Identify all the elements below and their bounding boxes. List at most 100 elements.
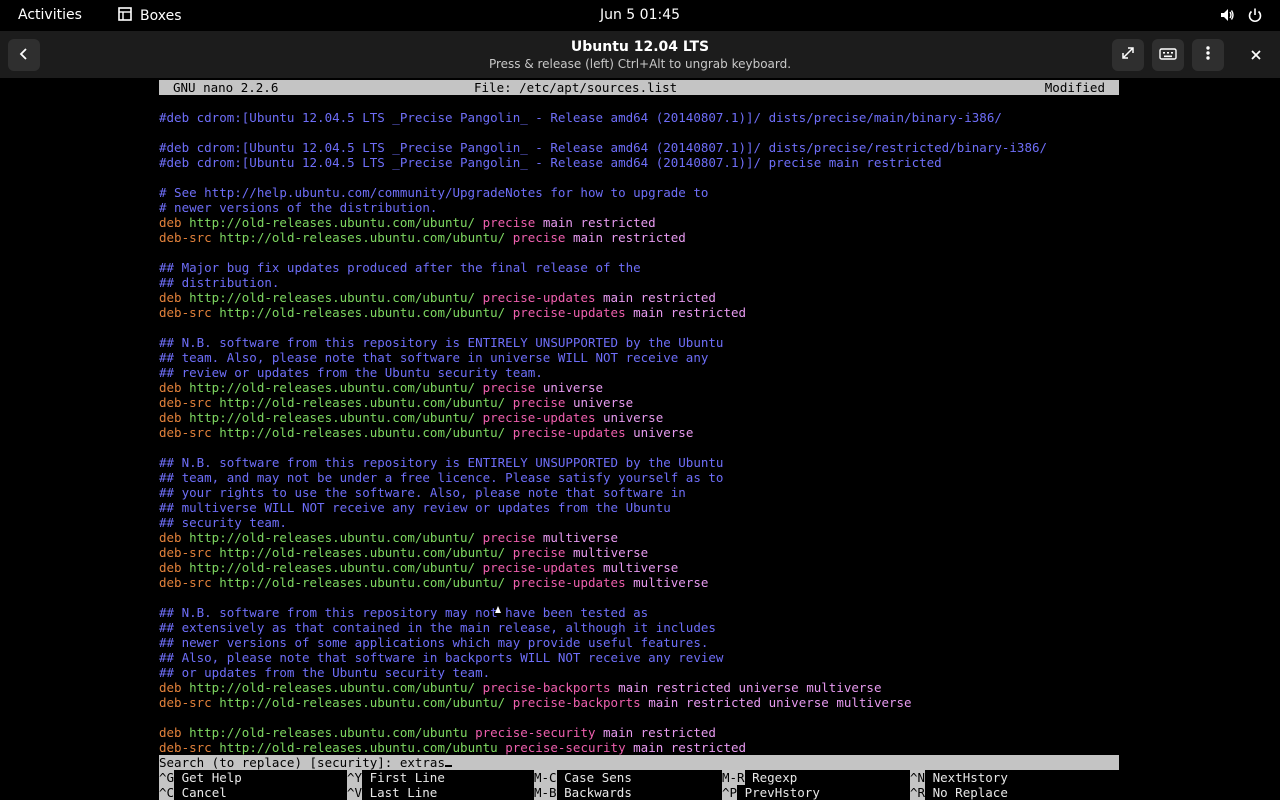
line-token-deb: deb [159, 215, 190, 230]
shortcut-no-replace[interactable]: ^R No Replace [910, 785, 1008, 800]
line-token-comp: universe [603, 410, 664, 425]
app-menu-button[interactable]: Boxes [118, 7, 182, 25]
editor-line[interactable]: deb http://old-releases.ubuntu.com/ubunt… [159, 290, 1119, 305]
editor-line[interactable]: ## N.B. software from this repository is… [159, 455, 1119, 470]
line-token-comment: # See http://help.ubuntu.com/community/U… [159, 185, 709, 200]
editor-line[interactable] [159, 320, 1119, 335]
fullscreen-button[interactable] [1112, 39, 1144, 71]
line-token-comp: main restricted universe multiverse [648, 695, 912, 710]
shortcut-regexp[interactable]: M-R Regexp [722, 770, 797, 785]
editor-line[interactable] [159, 710, 1119, 725]
editor-line[interactable]: ## Also, please note that software in ba… [159, 650, 1119, 665]
shortcut-next-history[interactable]: ^N NextHstory [910, 770, 1008, 785]
editor-line[interactable]: deb-src http://old-releases.ubuntu.com/u… [159, 575, 1119, 590]
editor-line[interactable]: deb http://old-releases.ubuntu.com/ubunt… [159, 560, 1119, 575]
editor-line[interactable]: ## N.B. software from this repository is… [159, 335, 1119, 350]
shortcut-prev-history[interactable]: ^P PrevHstory [722, 785, 820, 800]
editor-line[interactable]: deb-src http://old-releases.ubuntu.com/u… [159, 695, 1119, 710]
menu-button[interactable] [1192, 39, 1224, 71]
editor-line[interactable]: ## team, and may not be under a free lic… [159, 470, 1119, 485]
line-token-dist: precise-security [475, 725, 604, 740]
editor-line[interactable]: #deb cdrom:[Ubuntu 12.04.5 LTS _Precise … [159, 140, 1119, 155]
editor-line[interactable]: deb http://old-releases.ubuntu.com/ubunt… [159, 680, 1119, 695]
editor-line[interactable]: ## N.B. software from this repository ma… [159, 605, 1119, 620]
line-token-comment: ## distribution. [159, 275, 280, 290]
search-prompt-text: Search (to replace) [security]: extras [159, 755, 445, 770]
editor-line[interactable] [159, 440, 1119, 455]
nano-editor-buffer[interactable]: #deb cdrom:[Ubuntu 12.04.5 LTS _Precise … [159, 110, 1119, 755]
keyboard-button[interactable] [1152, 39, 1184, 71]
editor-line[interactable]: deb-src http://old-releases.ubuntu.com/u… [159, 395, 1119, 410]
nano-modified-status: Modified [1044, 80, 1105, 95]
line-token-url: http://old-releases.ubuntu.com/ubuntu/ [219, 305, 513, 320]
line-token-comp: main restricted universe multiverse [618, 680, 882, 695]
line-token-dist: precise [482, 215, 543, 230]
editor-line[interactable]: deb http://old-releases.ubuntu.com/ubunt… [159, 725, 1119, 740]
editor-line[interactable]: deb-src http://old-releases.ubuntu.com/u… [159, 740, 1119, 755]
editor-line[interactable]: # See http://help.ubuntu.com/community/U… [159, 185, 1119, 200]
editor-line[interactable]: ## distribution. [159, 275, 1119, 290]
shortcut-first-line[interactable]: ^Y First Line [347, 770, 445, 785]
power-icon [1246, 6, 1264, 24]
shortcut-get-help[interactable]: ^G Get Help [159, 770, 242, 785]
line-token-url: http://old-releases.ubuntu.com/ubuntu/ [219, 545, 513, 560]
line-token-deb: deb [159, 380, 190, 395]
boxes-header-bar: Ubuntu 12.04 LTS Press & release (left) … [0, 31, 1280, 78]
line-token-url: http://old-releases.ubuntu.com/ubuntu/ [189, 290, 483, 305]
line-token-comment: #deb cdrom:[Ubuntu 12.04.5 LTS _Precise … [159, 140, 1048, 155]
line-token-url: http://old-releases.ubuntu.com/ubuntu/ [189, 680, 483, 695]
editor-line[interactable]: deb-src http://old-releases.ubuntu.com/u… [159, 425, 1119, 440]
mouse-pointer-icon [495, 606, 501, 613]
line-token-url: http://old-releases.ubuntu.com/ubuntu [189, 725, 476, 740]
editor-line[interactable]: deb-src http://old-releases.ubuntu.com/u… [159, 305, 1119, 320]
line-token-dist: precise-updates [512, 425, 634, 440]
line-token-comp: main restricted [572, 230, 686, 245]
editor-line[interactable]: #deb cdrom:[Ubuntu 12.04.5 LTS _Precise … [159, 110, 1119, 125]
editor-line[interactable]: deb http://old-releases.ubuntu.com/ubunt… [159, 410, 1119, 425]
editor-line[interactable] [159, 170, 1119, 185]
line-token-deb: deb [159, 680, 190, 695]
shortcut-cancel[interactable]: ^C Cancel [159, 785, 227, 800]
line-token-url: http://old-releases.ubuntu.com/ubuntu/ [219, 575, 513, 590]
shortcut-last-line[interactable]: ^V Last Line [347, 785, 437, 800]
shortcut-case-sens[interactable]: M-C Case Sens [534, 770, 632, 785]
line-token-deb: deb [159, 530, 190, 545]
line-token-comp: universe [572, 395, 634, 410]
line-token-comment: ## team. Also, please note that software… [159, 350, 709, 365]
line-token-comment: ## N.B. software from this repository ma… [159, 605, 649, 620]
editor-line[interactable] [159, 245, 1119, 260]
shortcut-backwards[interactable]: M-B Backwards [534, 785, 632, 800]
gnome-top-bar: Activities Boxes Jun 5 01:45 [0, 0, 1280, 31]
vm-display[interactable]: GNU nano 2.2.6 File: /etc/apt/sources.li… [0, 78, 1280, 800]
back-button[interactable] [8, 39, 40, 71]
editor-line[interactable]: deb-src http://old-releases.ubuntu.com/u… [159, 230, 1119, 245]
editor-line[interactable]: ## security team. [159, 515, 1119, 530]
line-token-deb: deb-src [159, 545, 220, 560]
editor-line[interactable]: ## newer versions of some applications w… [159, 635, 1119, 650]
editor-line[interactable]: deb http://old-releases.ubuntu.com/ubunt… [159, 380, 1119, 395]
editor-line[interactable] [159, 590, 1119, 605]
editor-line[interactable]: ## review or updates from the Ubuntu sec… [159, 365, 1119, 380]
line-token-dist: precise-updates [512, 575, 634, 590]
fullscreen-icon [1120, 45, 1136, 65]
editor-line[interactable]: ## multiverse WILL NOT receive any revie… [159, 500, 1119, 515]
system-menu[interactable] [1218, 6, 1264, 24]
line-token-dist: precise-updates [512, 305, 634, 320]
editor-line[interactable]: deb-src http://old-releases.ubuntu.com/u… [159, 545, 1119, 560]
editor-line[interactable] [159, 125, 1119, 140]
editor-line[interactable]: deb http://old-releases.ubuntu.com/ubunt… [159, 215, 1119, 230]
editor-line[interactable]: ## Major bug fix updates produced after … [159, 260, 1119, 275]
line-token-comment: ## your rights to use the software. Also… [159, 485, 686, 500]
editor-line[interactable]: ## your rights to use the software. Also… [159, 485, 1119, 500]
search-replace-prompt[interactable]: Search (to replace) [security]: extras [159, 755, 1119, 770]
close-button[interactable] [1240, 39, 1272, 71]
editor-line[interactable]: ## extensively as that contained in the … [159, 620, 1119, 635]
editor-line[interactable]: deb http://old-releases.ubuntu.com/ubunt… [159, 530, 1119, 545]
line-token-comp: main restricted [633, 740, 747, 755]
editor-line[interactable]: ## team. Also, please note that software… [159, 350, 1119, 365]
editor-line[interactable]: # newer versions of the distribution. [159, 200, 1119, 215]
editor-line[interactable]: ## or updates from the Ubuntu security t… [159, 665, 1119, 680]
clock[interactable]: Jun 5 01:45 [600, 7, 680, 23]
activities-button[interactable]: Activities [18, 7, 82, 23]
editor-line[interactable]: #deb cdrom:[Ubuntu 12.04.5 LTS _Precise … [159, 155, 1119, 170]
